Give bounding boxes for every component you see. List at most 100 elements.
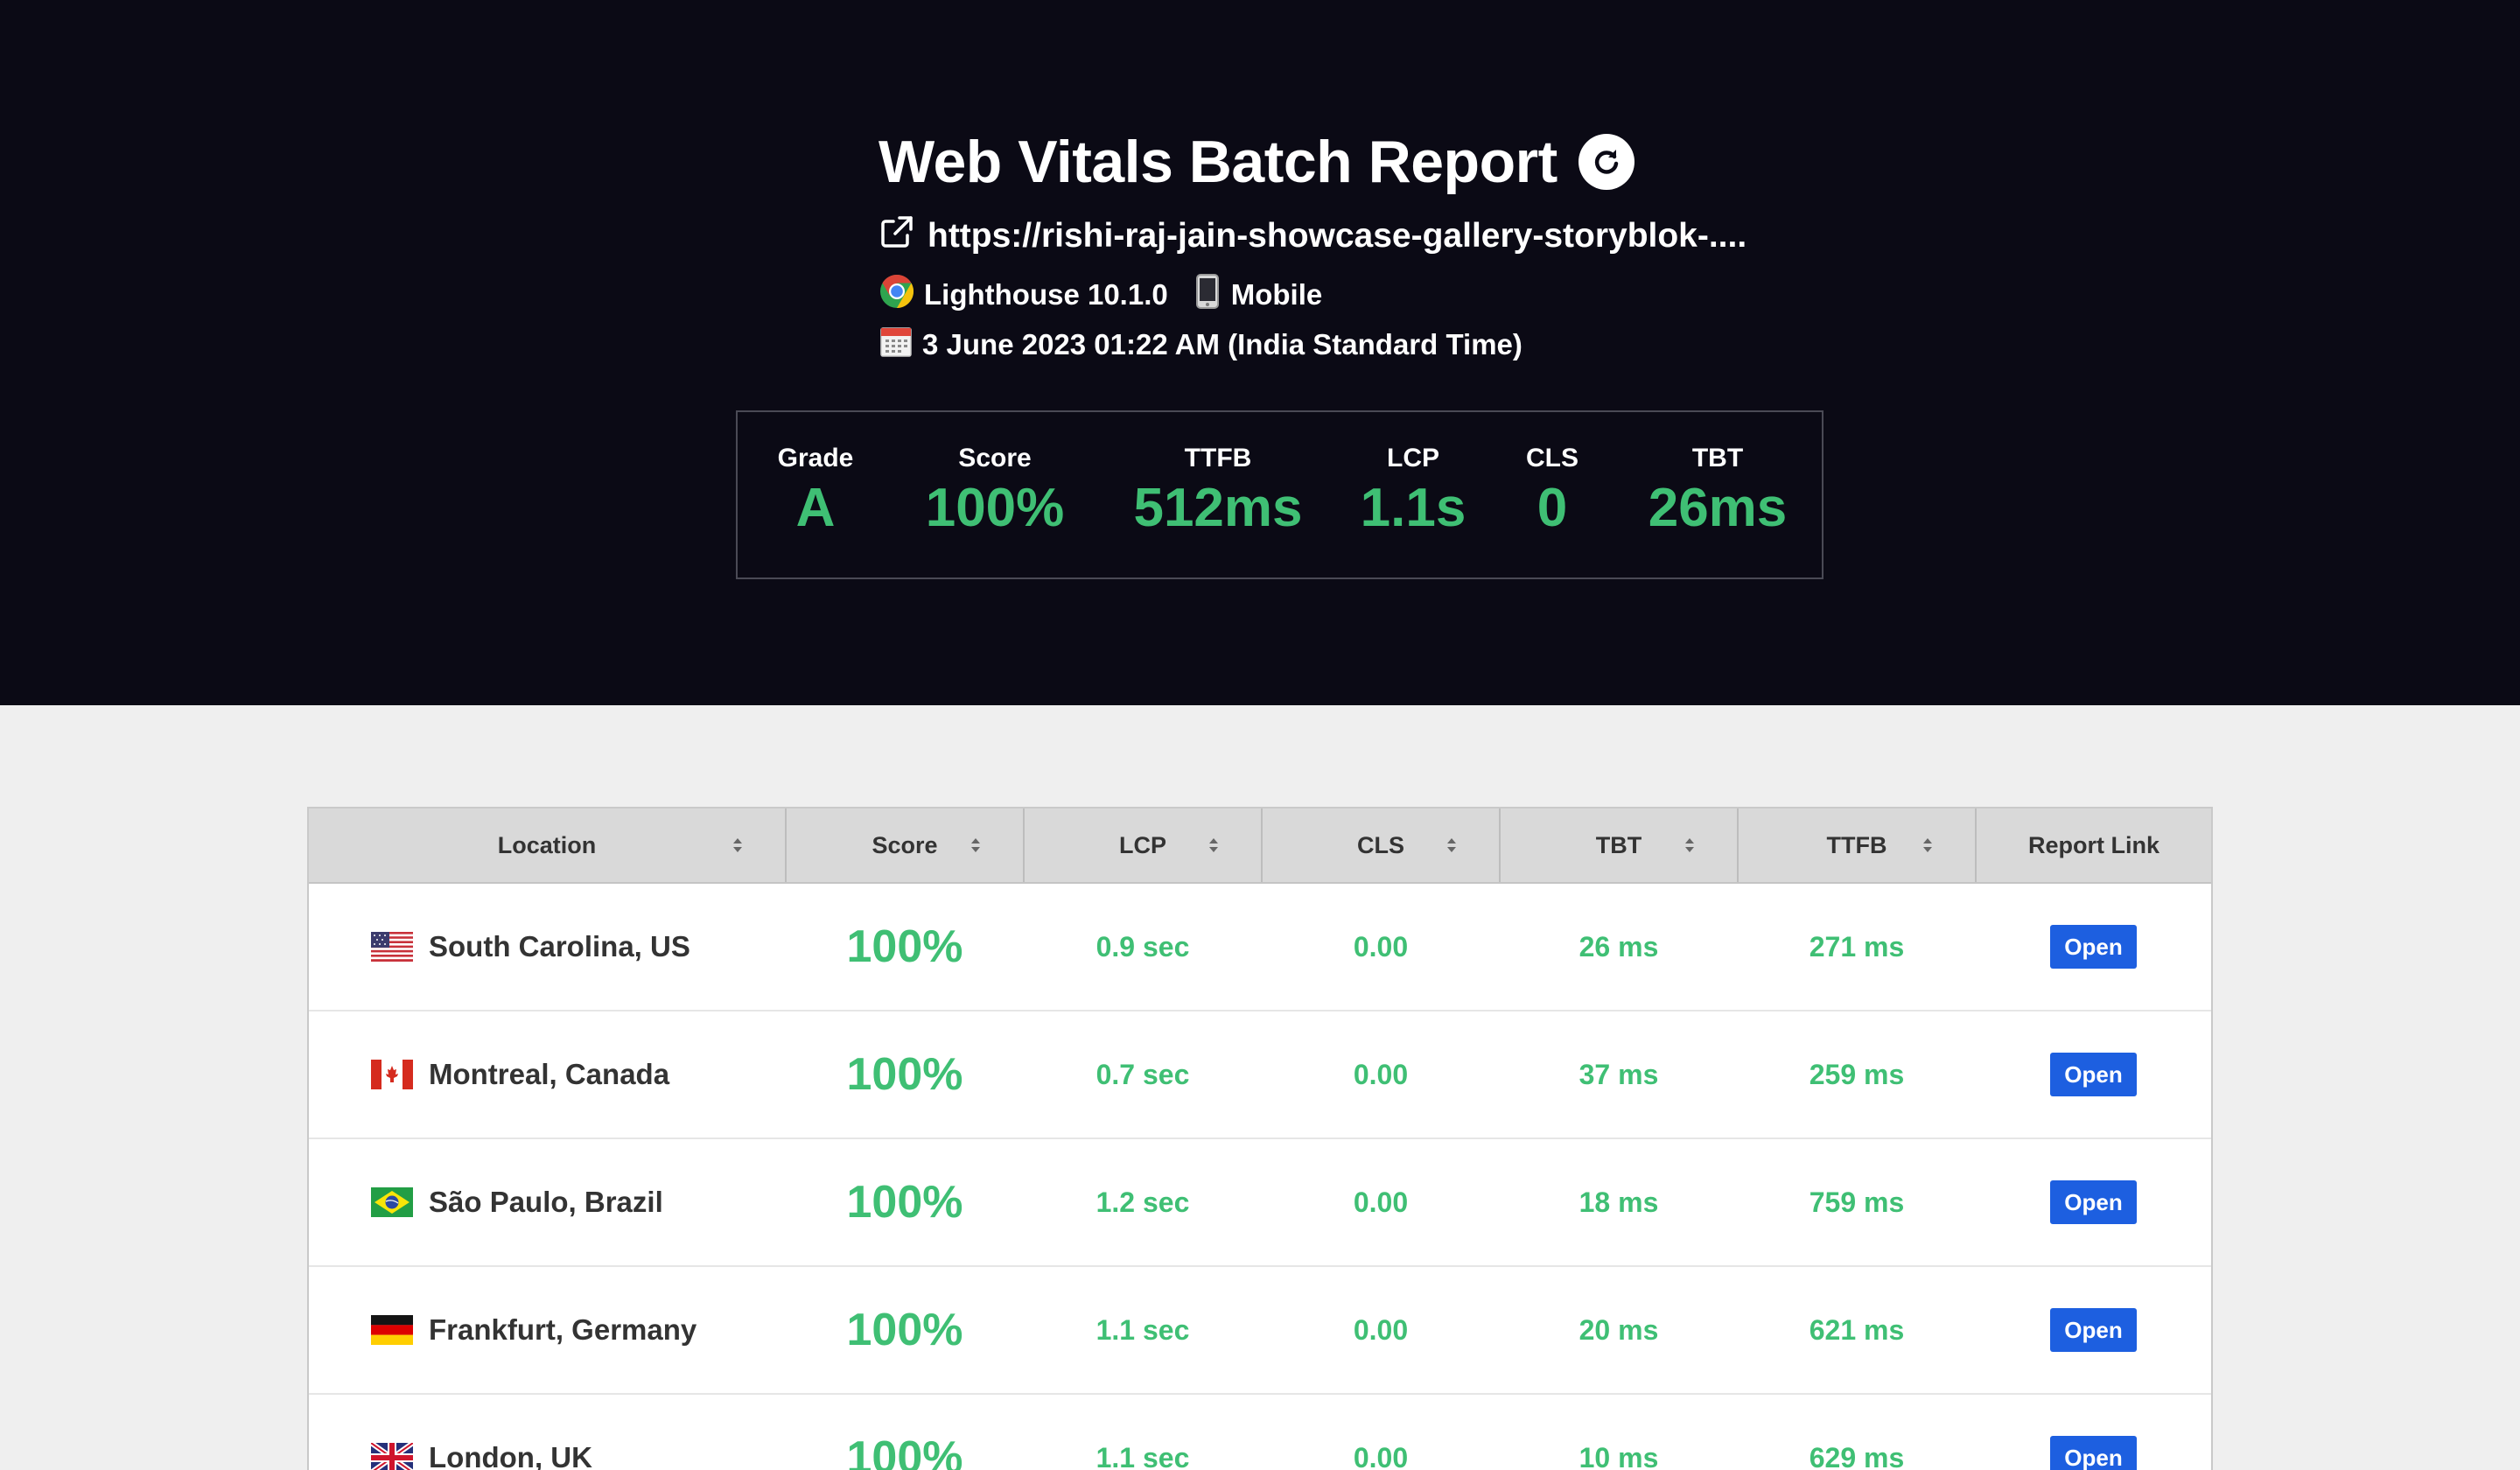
summary-metrics-panel: Grade A Score 100% TTFB 512ms LCP 1.1s C… (736, 410, 1824, 579)
summary-ttfb-value: 512ms (1133, 478, 1303, 538)
column-header-location[interactable]: Location (309, 808, 787, 884)
cls-cell: 0.00 (1353, 930, 1409, 962)
summary-score-label: Score (958, 444, 1032, 472)
summary-score: Score 100% (926, 444, 1065, 539)
sort-icon[interactable] (1208, 836, 1219, 854)
table-row: Montreal, Canada 100% 0.7 sec 0.00 37 ms… (309, 1011, 2211, 1138)
open-report-button[interactable]: Open (2050, 925, 2137, 969)
location-cell: Frankfurt, Germany (309, 1266, 786, 1394)
table-row: Frankfurt, Germany 100% 1.1 sec 0.00 20 … (309, 1266, 2211, 1394)
location-name: Frankfurt, Germany (429, 1313, 697, 1346)
location-name: São Paulo, Brazil (429, 1186, 663, 1218)
lcp-cell: 0.9 sec (1096, 930, 1190, 962)
tbt-cell: 26 ms (1578, 930, 1659, 962)
cls-cell: 0.00 (1353, 1186, 1409, 1218)
tbt-cell: 20 ms (1578, 1313, 1659, 1346)
germany-flag-icon (371, 1315, 413, 1345)
report-meta: Web Vitals Batch Report https://rishi-ra… (878, 124, 1746, 368)
us-flag-icon (371, 932, 413, 962)
lcp-cell: 1.1 sec (1096, 1313, 1190, 1346)
column-header-lcp[interactable]: LCP (1024, 808, 1263, 884)
open-report-button[interactable]: Open (2050, 1053, 2137, 1096)
canada-flag-icon (371, 1060, 413, 1089)
brazil-flag-icon (371, 1187, 413, 1217)
results-table: Location Score LCP CLS TBT TTFB Report L… (309, 808, 2211, 1470)
summary-cls-label: CLS (1526, 444, 1578, 472)
ttfb-cell: 629 ms (1809, 1441, 1905, 1470)
summary-grade: Grade A (778, 444, 854, 539)
uk-flag-icon (371, 1443, 413, 1470)
tbt-cell: 10 ms (1578, 1441, 1659, 1470)
lcp-cell: 1.2 sec (1096, 1186, 1190, 1218)
summary-ttfb-label: TTFB (1184, 444, 1252, 472)
ttfb-cell: 259 ms (1809, 1058, 1905, 1090)
table-row: South Carolina, US 100% 0.9 sec 0.00 26 … (309, 883, 2211, 1011)
summary-cls-value: 0 (1536, 478, 1568, 538)
sort-icon[interactable] (1684, 836, 1695, 854)
ttfb-cell: 271 ms (1809, 930, 1905, 962)
summary-lcp-label: LCP (1386, 444, 1439, 472)
summary-grade-label: Grade (777, 444, 854, 472)
device-type: Mobile (1230, 278, 1323, 311)
open-report-button[interactable]: Open (2050, 1308, 2137, 1352)
report-link-cell: Open (1976, 1266, 2211, 1394)
lcp-cell: 1.1 sec (1096, 1441, 1190, 1470)
sort-icon[interactable] (970, 836, 981, 854)
table-header-row: Location Score LCP CLS TBT TTFB Report L… (309, 808, 2211, 884)
location-cell: São Paulo, Brazil (309, 1138, 786, 1266)
cls-cell: 0.00 (1353, 1313, 1409, 1346)
location-name: London, UK (429, 1441, 592, 1470)
sort-icon[interactable] (1446, 836, 1457, 854)
summary-grade-value: A (795, 478, 836, 538)
page-title: Web Vitals Batch Report (878, 129, 1558, 195)
summary-score-value: 100% (925, 478, 1065, 538)
summary-lcp-value: 1.1s (1360, 478, 1466, 538)
score-cell: 100% (846, 1049, 963, 1100)
mobile-phone-icon (1195, 274, 1219, 316)
column-header-ttfb[interactable]: TTFB (1738, 808, 1977, 884)
report-link-cell: Open (1976, 1394, 2211, 1470)
location-cell: London, UK (309, 1394, 786, 1470)
report-date: 3 June 2023 01:22 AM (India Standard Tim… (922, 328, 1522, 360)
location-name: South Carolina, US (429, 930, 690, 962)
report-link-cell: Open (1976, 1011, 2211, 1138)
summary-tbt: TBT 26ms (1648, 444, 1788, 539)
column-header-score[interactable]: Score (786, 808, 1025, 884)
cls-cell: 0.00 (1353, 1058, 1409, 1090)
report-link-cell: Open (1976, 883, 2211, 1011)
column-header-tbt[interactable]: TBT (1500, 808, 1739, 884)
column-header-cls[interactable]: CLS (1262, 808, 1501, 884)
sort-icon[interactable] (732, 836, 743, 854)
chrome-icon (878, 273, 915, 317)
open-report-button[interactable]: Open (2050, 1180, 2137, 1224)
ttfb-cell: 621 ms (1809, 1313, 1905, 1346)
lcp-cell: 0.7 sec (1096, 1058, 1190, 1090)
refresh-icon[interactable] (1578, 134, 1634, 190)
location-cell: Montreal, Canada (309, 1011, 786, 1138)
ttfb-cell: 759 ms (1809, 1186, 1905, 1218)
summary-tbt-value: 26ms (1648, 478, 1788, 538)
summary-lcp: LCP 1.1s (1361, 444, 1466, 539)
lighthouse-version: Lighthouse 10.1.0 (924, 278, 1168, 311)
date-row: 3 June 2023 01:22 AM (India Standard Tim… (878, 322, 1746, 368)
url-row: https://rishi-raj-jain-showcase-gallery-… (878, 212, 1746, 261)
table-row: London, UK 100% 1.1 sec 0.00 10 ms 629 m… (309, 1394, 2211, 1470)
tbt-cell: 37 ms (1578, 1058, 1659, 1090)
title-row: Web Vitals Batch Report (878, 124, 1746, 200)
report-url-link[interactable]: https://rishi-raj-jain-showcase-gallery-… (928, 217, 1746, 256)
location-name: Montreal, Canada (429, 1058, 670, 1090)
score-cell: 100% (846, 1305, 963, 1355)
table-row: São Paulo, Brazil 100% 1.2 sec 0.00 18 m… (309, 1138, 2211, 1266)
external-link-icon[interactable] (878, 214, 915, 259)
open-report-button[interactable]: Open (2050, 1436, 2137, 1470)
sort-icon[interactable] (1922, 836, 1933, 854)
locations-table: Location Score LCP CLS TBT TTFB Report L… (307, 807, 2213, 1470)
tool-row: Lighthouse 10.1.0 Mobile (878, 271, 1746, 318)
score-cell: 100% (846, 921, 963, 972)
summary-tbt-label: TBT (1691, 444, 1744, 472)
cls-cell: 0.00 (1353, 1441, 1409, 1470)
report-link-cell: Open (1976, 1138, 2211, 1266)
summary-ttfb: TTFB 512ms (1133, 444, 1302, 539)
calendar-icon (878, 324, 914, 366)
tbt-cell: 18 ms (1578, 1186, 1659, 1218)
